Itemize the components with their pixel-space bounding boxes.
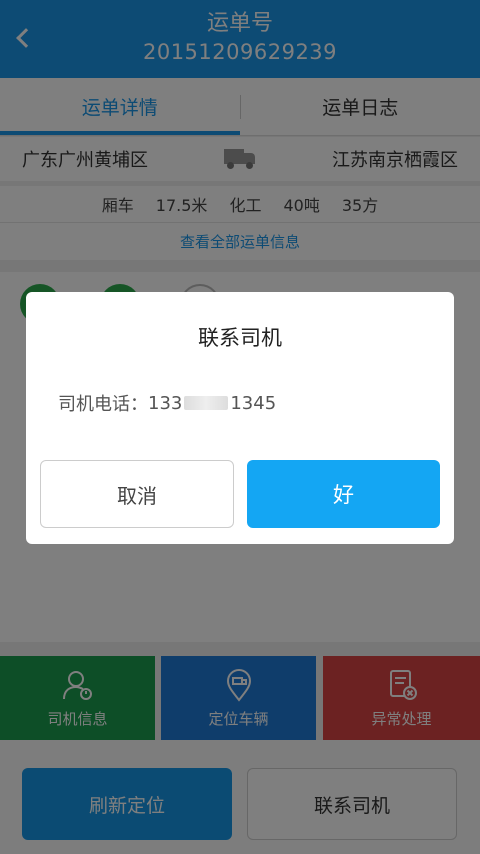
dialog-title: 联系司机 (198, 326, 282, 350)
driver-phone-text: 司机电话： 133 1345 (58, 390, 276, 416)
contact-driver-dialog: 联系司机 司机电话： 133 1345 取消 好 (26, 292, 454, 544)
phone-redacted-block (184, 396, 229, 410)
ok-button[interactable]: 好 (247, 460, 440, 528)
phone-suffix: 1345 (230, 392, 277, 414)
phone-prefix: 133 (148, 392, 183, 414)
phone-label: 司机电话： (58, 394, 148, 415)
cancel-button[interactable]: 取消 (40, 460, 234, 528)
